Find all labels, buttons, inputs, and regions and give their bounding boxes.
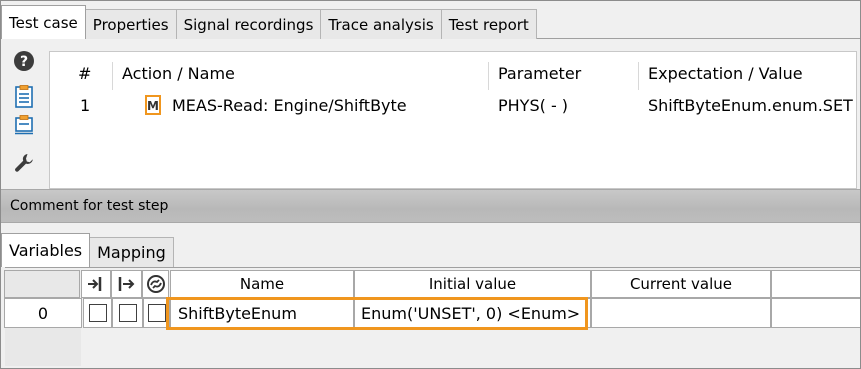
tab-signal-recordings[interactable]: Signal recordings [175, 9, 322, 39]
test-steps-header: # Action / Name Parameter Expectation / … [50, 56, 856, 90]
header-parameter[interactable]: Parameter [498, 56, 581, 90]
test-step-detail-icon[interactable] [11, 111, 37, 139]
wrench-icon[interactable] [11, 149, 37, 177]
tab-test-case[interactable]: Test case [1, 5, 86, 39]
column-separator [638, 62, 639, 90]
row-filler [771, 298, 860, 328]
bottom-tab-strip: Variables Mapping [1, 233, 860, 267]
sync-checkbox[interactable] [147, 304, 166, 322]
tab-test-report[interactable]: Test report [440, 9, 537, 39]
svg-text:M: M [147, 99, 159, 113]
variable-current-value-cell[interactable] [591, 298, 771, 328]
tab-trace-analysis[interactable]: Trace analysis [320, 9, 442, 39]
column-separator [112, 62, 113, 90]
output-arrow-icon[interactable] [111, 270, 142, 298]
tab-variables[interactable]: Variables [1, 233, 91, 267]
output-checkbox-cell [112, 298, 143, 328]
input-checkbox[interactable] [88, 304, 107, 322]
tab-mapping[interactable]: Mapping [89, 237, 174, 267]
output-checkbox[interactable] [118, 304, 137, 322]
variables-grid: Name Initial value Current value 0 Shift… [4, 267, 860, 366]
input-checkbox-cell [83, 298, 112, 328]
header-expectation-value[interactable]: Expectation / Value [648, 56, 803, 90]
test-step-list-icon[interactable] [11, 83, 37, 111]
step-parameter: PHYS( - ) [498, 95, 569, 115]
step-expectation: ShiftByteEnum.enum.SET [648, 95, 853, 115]
tab-properties[interactable]: Properties [84, 9, 177, 39]
svg-text:?: ? [20, 54, 28, 70]
column-separator [488, 62, 489, 90]
header-filler [771, 270, 860, 298]
meas-read-icon: M [142, 88, 164, 122]
test-steps-table: # Action / Name Parameter Expectation / … [49, 51, 857, 189]
header-number: # [78, 63, 92, 83]
top-tab-strip: Test case Properties Signal recordings T… [1, 5, 860, 39]
header-name[interactable]: Name [170, 270, 354, 298]
corner-header [4, 270, 80, 298]
test-case-editor: Test case Properties Signal recordings T… [0, 0, 861, 369]
test-case-panel: ? # Action / Name Parameter Expectation … [1, 39, 860, 189]
left-toolbar: ? [5, 47, 43, 187]
header-action-name[interactable]: Action / Name [122, 56, 235, 90]
step-action-name: MEAS-Read: Engine/ShiftByte [172, 95, 407, 115]
step-number: 1 [80, 95, 91, 115]
header-initial-value[interactable]: Initial value [354, 270, 591, 298]
help-icon[interactable]: ? [11, 47, 37, 75]
row-index[interactable]: 0 [4, 298, 82, 328]
header-current-value[interactable]: Current value [591, 270, 771, 298]
comment-for-test-step-bar[interactable]: Comment for test step [1, 189, 860, 223]
sync-icon[interactable] [142, 270, 169, 298]
variable-name-cell[interactable]: ShiftByteEnum [170, 298, 354, 328]
sync-checkbox-cell [143, 298, 170, 328]
input-arrow-icon[interactable] [81, 270, 111, 298]
comment-label: Comment for test step [10, 198, 169, 214]
test-step-row[interactable]: 1 M MEAS-Read: Engine/ShiftByte PHYS( - … [50, 88, 856, 122]
variable-initial-value-cell[interactable]: Enum('UNSET', 0) <Enum> [354, 298, 591, 328]
